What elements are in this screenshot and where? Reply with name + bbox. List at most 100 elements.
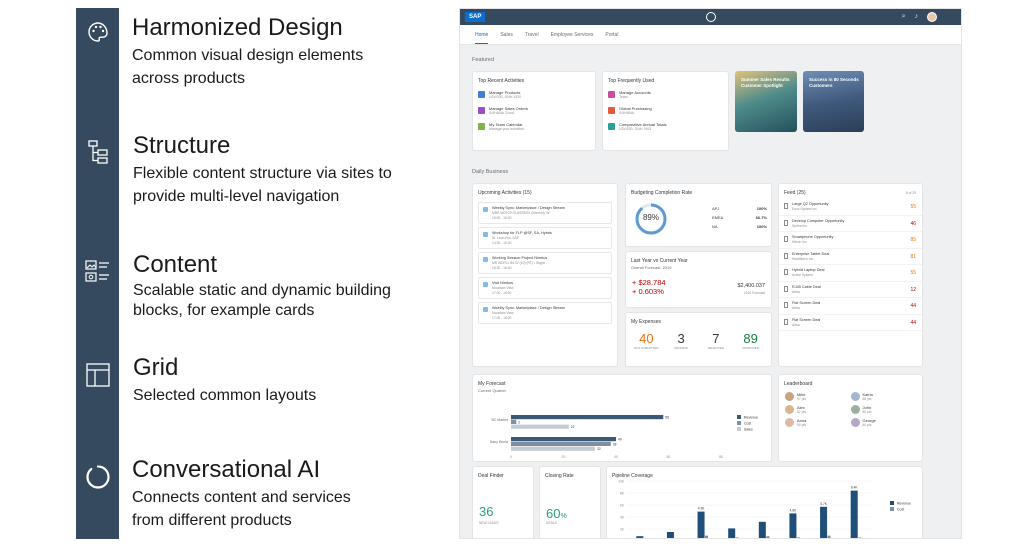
recent-activities-card[interactable]: Top Recent Activities Manage Products U3V…	[472, 71, 596, 151]
leader-entry[interactable]: Mike 97 pts	[785, 392, 851, 401]
featured-section-label: Featured	[472, 57, 495, 63]
tab-travel[interactable]: Travel	[525, 25, 539, 44]
frequently-used-card[interactable]: Top Frequently Used Manage Accounts Team G…	[602, 71, 729, 151]
user-avatar[interactable]	[927, 12, 937, 22]
deal-finder-card[interactable]: Deal Finder 36 NEW LEADS	[472, 466, 534, 538]
forecast-bar-label: 22	[571, 425, 575, 429]
app-list-item[interactable]: Manage Sales Orders S/4HANA Cloud	[473, 103, 595, 119]
success-tile[interactable]: Success in 80 Seconds Customers	[803, 71, 864, 132]
budget-completion-card[interactable]: Budgeting Completion Rate 89% APJ 100% EME…	[625, 183, 772, 247]
leader-text: George 80 pts	[863, 418, 876, 427]
feed-score: 12	[910, 286, 916, 293]
leader-text: Mike 97 pts	[797, 392, 806, 401]
feed-item[interactable]: RJ45 Cable Deal Artsa 12	[779, 282, 922, 298]
expense-kpi: 3 PENDING	[666, 332, 696, 351]
pipeline-bar-revenue	[666, 532, 674, 538]
tab-portal[interactable]: Portal	[605, 25, 618, 44]
forecast-tick-label: 60	[667, 455, 671, 459]
app-icon	[608, 91, 615, 98]
pipeline-bar-revenue	[697, 511, 705, 538]
activity-text: Working Session Project Nimbus MR WDF01 B…	[492, 256, 547, 270]
legend-swatch	[737, 427, 741, 431]
expense-kpi-value: 40	[639, 331, 654, 346]
legend-label: Revenue	[897, 502, 911, 506]
sap-logo[interactable]: SAP	[465, 12, 486, 22]
app-icon	[608, 123, 615, 130]
app-list-item[interactable]: Manage Products U3V/030, S/4H 1920	[473, 87, 595, 103]
feed-item[interactable]: Flat Screen Deal Artsa 44	[779, 315, 922, 331]
feature-content: Content Scalable static and dynamic buil…	[133, 251, 433, 321]
activity-item[interactable]: Workshop for FLP @SF, SA, Hybris St. Leon…	[478, 227, 612, 249]
notification-bell-icon[interactable]: ♪	[915, 12, 919, 22]
app-text: Manage Products U3V/030, S/4H 1920	[489, 90, 521, 100]
calendar-icon	[483, 282, 488, 287]
delta-amount: + $28.784	[632, 278, 666, 287]
tab-home[interactable]: Home	[475, 25, 489, 44]
activity-text: Weekly Sync: Marketplace / Design Stream…	[492, 206, 565, 220]
forecast-card[interactable]: My Forecast Current Quarter BC Market 58 2…	[472, 374, 772, 462]
feed-item[interactable]: Large Q2 Opportunity Kooz System Inc. 55	[779, 199, 922, 216]
leader-entry[interactable]: Alex 92 pts	[785, 405, 851, 414]
feed-card[interactable]: Feed (25) 8 of 25 Large Q2 Opportunity Ko…	[778, 183, 923, 367]
tab-employee-services[interactable]: Employee Services	[551, 25, 594, 44]
feed-text: Hybrid Laptop Deal Active System	[792, 268, 825, 278]
pipeline-data-label: 8.4K	[851, 486, 858, 490]
feature-description: Selected common layouts	[133, 387, 317, 404]
feature-title: Structure	[133, 132, 231, 159]
closing-rate-unit: %	[560, 513, 567, 520]
feature-description: Flexible content structure via sites to …	[133, 165, 392, 205]
document-icon	[784, 302, 788, 308]
document-icon	[784, 285, 788, 292]
activity-item[interactable]: Weekly Sync: Marketplace / Design Stream…	[478, 202, 612, 224]
feed-item[interactable]: Develop Computer Opportunity Sphira Inc. 4…	[779, 216, 922, 232]
app-list-item[interactable]: My Team Calendar Manage your activities	[473, 119, 595, 135]
feed-item[interactable]: Enterprise Tablet Deal Healthtech Inc. 81	[779, 249, 922, 265]
last-year-card[interactable]: Last Year vs Current Year Overall Foreca…	[625, 251, 772, 308]
closing-rate-value: 60	[546, 506, 561, 521]
leader-entry[interactable]: Anna 90 pts	[785, 418, 851, 427]
card-title: Deal Finder	[478, 473, 504, 479]
closing-rate-card[interactable]: Closing Rate 60% DEALS	[539, 466, 601, 538]
feed-subtitle: Kooz System Inc.	[792, 207, 818, 211]
expenses-card[interactable]: My Expenses 40 NOT SUBMITTED 3 PENDING 7 REJE…	[625, 312, 772, 367]
app-list-item[interactable]: Global Purchasing S/4HANA	[603, 103, 728, 119]
tab-sales[interactable]: Sales	[500, 25, 513, 44]
feed-title: Enterprise Tablet Deal	[792, 251, 830, 256]
forecast-bar	[511, 437, 616, 442]
budget-row: EMEA 66.7%	[712, 213, 767, 222]
feed-score: 44	[910, 319, 916, 326]
feed-text: Flat Screen Deal Artsa	[792, 318, 820, 328]
activity-item[interactable]: Visit Nimbus Mountain View 17:00 - 16:30	[478, 277, 612, 299]
assistant-icon[interactable]	[706, 12, 716, 22]
forecast-bar-label: 38	[613, 442, 617, 446]
pipeline-chart: 10K8K6K4K2K04.9K4.6K5.7K8.4KRevenueCost	[618, 480, 911, 538]
app-list-item[interactable]: Manage Accounts Team	[603, 87, 728, 103]
pipeline-bar-revenue	[789, 513, 797, 538]
search-icon[interactable]: ⌕	[902, 12, 906, 22]
total-forecast-label: 2019 Forecast	[743, 291, 765, 295]
leaderboard-card[interactable]: Leaderboard Mike 97 pts Katrin 88 pts Alex 92…	[778, 374, 923, 462]
leader-entry[interactable]: Katrin 88 pts	[850, 392, 917, 401]
feed-score: 81	[910, 253, 916, 260]
activity-item[interactable]: Working Session Project Nimbus MR WDF01 B…	[478, 252, 612, 274]
pipeline-card[interactable]: Pipeline Coverage 10K8K6K4K2K04.9K4.6K5.…	[606, 466, 923, 538]
leader-avatar	[785, 405, 794, 414]
leader-entry[interactable]: George 80 pts	[850, 418, 917, 427]
feed-item[interactable]: Smartphone Opportunity Hitech Inc. 85	[779, 232, 922, 249]
launchpad-screenshot: SAP ⌕ ♪ Home Sales Travel Employee Servi…	[459, 8, 962, 539]
app-subtitle: Manage your activities	[489, 127, 524, 131]
activity-text: Weekly Sync: Marketplace / Design Stream…	[492, 306, 565, 320]
upcoming-activities-card[interactable]: Upcoming Activities (15) Weekly Sync: Ma…	[472, 183, 618, 367]
feature-title: Harmonized Design	[132, 14, 343, 41]
summer-sales-tile[interactable]: Summer Sales Results Customer Spotlight	[735, 71, 797, 132]
legend-swatch	[890, 507, 894, 511]
activity-item[interactable]: Weekly Sync: Marketplace / Design Stream…	[478, 302, 612, 324]
leader-entry[interactable]: John 80 pts	[850, 405, 917, 414]
feed-item[interactable]: Hybrid Laptop Deal Active System 55	[779, 265, 922, 282]
feed-item[interactable]: Flat Screen Deal Artsa 44	[779, 298, 922, 315]
app-list-item[interactable]: Comparative Annual Totals U3V/030, S/4H 1…	[603, 119, 728, 135]
tile-label: Summer Sales Results Customer Spotlight	[741, 77, 790, 88]
forecast-tick-label: 80	[719, 455, 723, 459]
forecast-category-label: Dairy World	[490, 440, 508, 444]
pipeline-tick-label: 10K	[618, 480, 625, 484]
